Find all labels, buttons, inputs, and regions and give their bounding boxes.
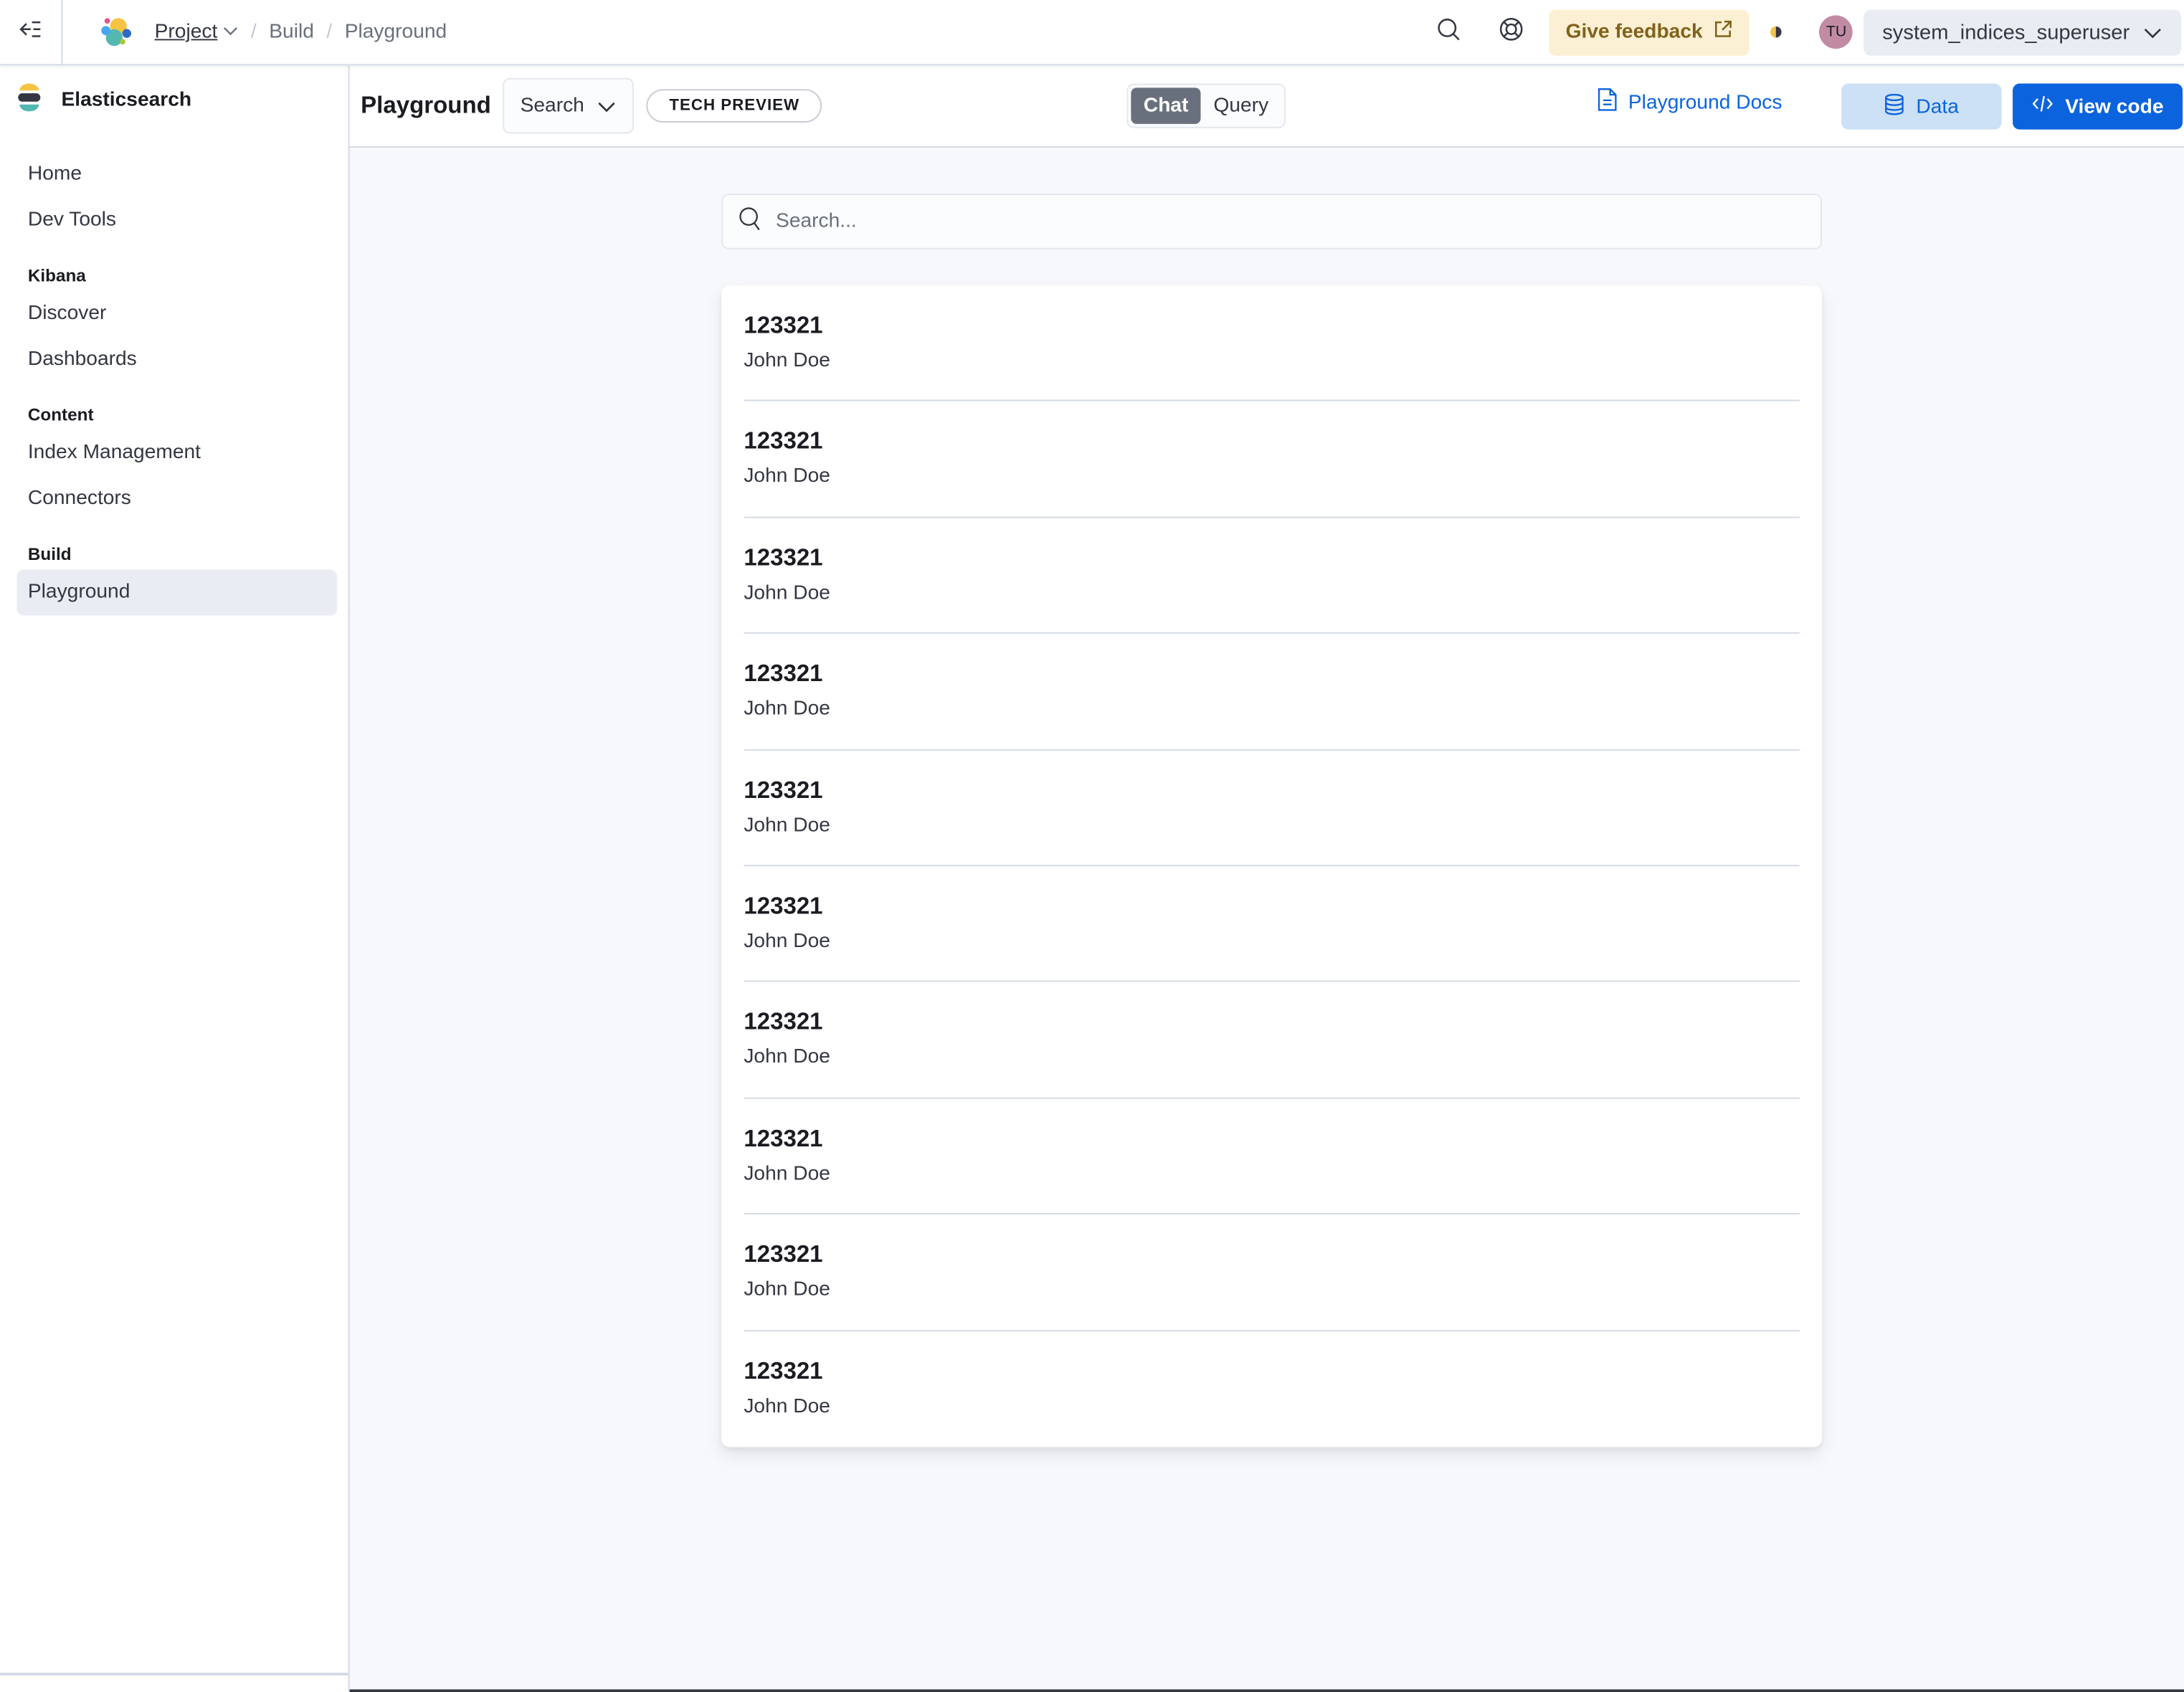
result-name: John Doe (744, 1046, 830, 1069)
list-item[interactable]: 123321 John Doe (744, 750, 1800, 867)
sidebar-item-index-management[interactable]: Index Management (16, 430, 337, 476)
side-nav-footer-divider (0, 1673, 348, 1676)
global-search-button[interactable] (1423, 7, 1473, 57)
result-name: John Doe (744, 465, 830, 488)
database-icon (1884, 92, 1917, 120)
sidebar-item-home[interactable]: Home (16, 152, 337, 198)
breadcrumb: Project / Build / Playground (155, 21, 447, 43)
list-item[interactable]: 123321 John Doe (744, 982, 1800, 1099)
help-lifebuoy-icon (1499, 16, 1524, 48)
search-icon (1436, 16, 1461, 48)
help-button[interactable] (1486, 7, 1537, 57)
list-item[interactable]: 123321 John Doe (744, 1098, 1800, 1215)
side-nav-header[interactable]: Elasticsearch (0, 65, 348, 135)
result-id: 123321 (744, 776, 823, 804)
breadcrumb-separator: / (326, 21, 333, 44)
tech-preview-badge: TECH PREVIEW (647, 89, 822, 123)
view-code-label: View code (2065, 95, 2164, 118)
avatar[interactable]: TU (1819, 15, 1853, 49)
page-header: Playground Search TECH PREVIEW Chat Quer… (349, 65, 2184, 148)
result-id: 123321 (744, 1009, 823, 1036)
sidebar-item-discover[interactable]: Discover (16, 291, 337, 337)
elastic-logo-icon[interactable] (99, 15, 133, 49)
breadcrumb-playground: Playground (344, 21, 447, 44)
collapse-nav-button[interactable] (0, 0, 63, 65)
page-title: Playground (361, 92, 491, 119)
result-name: John Doe (744, 698, 830, 721)
result-name: John Doe (744, 1278, 830, 1301)
playground-docs-label: Playground Docs (1628, 91, 1782, 114)
user-name: system_indices_superuser (1882, 20, 2130, 44)
chevron-down-icon (2144, 22, 2162, 42)
data-button[interactable]: Data (1841, 83, 2002, 130)
mode-select-value: Search (520, 95, 584, 118)
result-id: 123321 (744, 544, 823, 571)
breadcrumb-build[interactable]: Build (269, 21, 314, 43)
result-id: 123321 (744, 1241, 823, 1268)
result-id: 123321 (744, 893, 823, 920)
side-nav: Elasticsearch Home Dev Tools Kibana Disc… (0, 65, 350, 1692)
chevron-down-icon[interactable] (223, 24, 238, 39)
sidebar-item-connectors[interactable]: Connectors (16, 476, 337, 522)
avatar-initials: TU (1825, 24, 1847, 41)
result-name: John Doe (744, 930, 830, 953)
top-bar-actions: Give feedback TU system_indices_superuse… (1423, 0, 2184, 64)
breadcrumb-separator: / (250, 21, 257, 44)
give-feedback-button[interactable]: Give feedback (1549, 9, 1750, 55)
result-name: John Doe (744, 1394, 830, 1417)
breadcrumb-project[interactable]: Project (155, 21, 218, 43)
results-list: 123321 John Doe 123321 John Doe 123321 J… (721, 285, 1822, 1448)
result-id: 123321 (744, 312, 823, 339)
search-icon (723, 206, 761, 238)
chat-query-toggle: Chat Query (1126, 83, 1286, 128)
bottom-bar (349, 1689, 2184, 1692)
give-feedback-label: Give feedback (1565, 21, 1703, 44)
list-item[interactable]: 123321 John Doe (744, 634, 1800, 751)
tab-chat[interactable]: Chat (1131, 87, 1201, 124)
list-item[interactable]: 123321 John Doe (744, 285, 1800, 402)
list-item[interactable]: 123321 John Doe (744, 1331, 1799, 1447)
data-button-label: Data (1916, 95, 1959, 118)
result-id: 123321 (744, 1125, 823, 1152)
sidebar-item-playground[interactable]: Playground (16, 569, 338, 616)
list-item[interactable]: 123321 John Doe (744, 518, 1800, 634)
sidebar-group-build: Build (27, 544, 72, 564)
top-bar: Project / Build / Playground Give feedba… (0, 0, 2184, 66)
result-id: 123321 (744, 428, 823, 455)
elasticsearch-logo-icon (16, 82, 61, 119)
deployment-status-icon[interactable] (1764, 16, 1795, 47)
user-menu-button[interactable]: system_indices_superuser (1863, 9, 2182, 55)
playground-docs-link[interactable]: Playground Docs (1597, 87, 1782, 117)
view-code-button[interactable]: View code (2013, 83, 2183, 130)
sidebar-item-dashboards[interactable]: Dashboards (16, 337, 337, 383)
tab-query[interactable]: Query (1201, 87, 1281, 124)
list-item[interactable]: 123321 John Doe (744, 1215, 1800, 1331)
mode-select[interactable]: Search (502, 77, 635, 134)
sidebar-group-kibana: Kibana (27, 266, 86, 286)
sidebar-item-dev-tools[interactable]: Dev Tools (16, 198, 337, 244)
code-icon (2032, 95, 2066, 118)
side-nav-title: Elasticsearch (61, 89, 192, 112)
result-id: 123321 (744, 1357, 823, 1384)
list-item[interactable]: 123321 John Doe (744, 401, 1800, 518)
external-link-icon (1703, 19, 1734, 44)
list-item[interactable]: 123321 John Doe (744, 866, 1800, 983)
chevron-down-icon (598, 95, 616, 116)
result-name: John Doe (744, 1162, 830, 1185)
search-input[interactable] (773, 209, 1754, 234)
menu-collapse-icon (19, 19, 42, 45)
result-name: John Doe (744, 581, 830, 604)
result-id: 123321 (744, 660, 823, 688)
app-root: Project / Build / Playground Give feedba… (0, 0, 2184, 1692)
search-field (721, 194, 1822, 249)
result-name: John Doe (744, 349, 830, 372)
sidebar-group-content: Content (27, 405, 94, 425)
result-name: John Doe (744, 814, 830, 837)
document-icon (1597, 87, 1628, 117)
